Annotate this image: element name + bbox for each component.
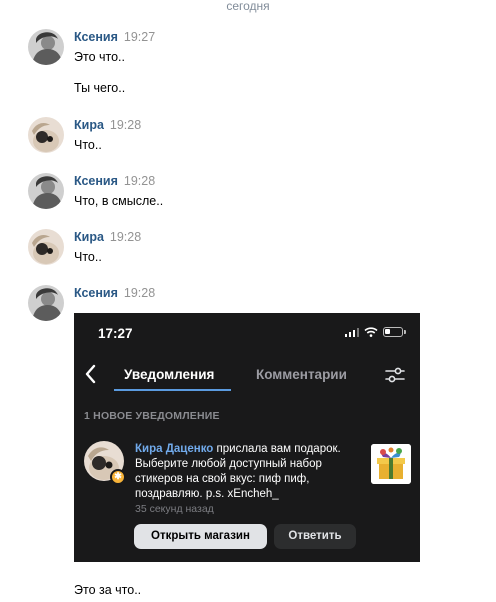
message-time[interactable]: 19:28 bbox=[124, 286, 155, 300]
status-bar-icons bbox=[344, 327, 406, 337]
wifi-icon bbox=[364, 327, 378, 337]
message-text: Что.. bbox=[74, 138, 102, 152]
avatar[interactable] bbox=[28, 229, 64, 265]
avatar[interactable] bbox=[28, 173, 64, 209]
battery-tip bbox=[404, 330, 406, 334]
message-time[interactable]: 19:28 bbox=[124, 174, 155, 188]
message-time[interactable]: 19:27 bbox=[124, 30, 155, 44]
gift-badge-icon: ✱ bbox=[110, 469, 126, 485]
status-bar-time: 17:27 bbox=[98, 326, 133, 341]
signal-icon bbox=[344, 327, 359, 337]
message-header: Кира 19:28 bbox=[74, 229, 141, 245]
battery-icon bbox=[383, 327, 403, 337]
message-text: Это за что.. bbox=[74, 583, 142, 597]
author-name[interactable]: Ксения bbox=[74, 286, 118, 300]
avatar[interactable] bbox=[28, 285, 64, 321]
notification-time: 35 секунд назад bbox=[135, 503, 214, 515]
message-text: Что.. bbox=[74, 250, 102, 264]
notification-text[interactable]: Кира Даценко прислала вам подарок. Выбер… bbox=[135, 442, 365, 502]
message-header: Кира 19:28 bbox=[74, 117, 141, 133]
message-text: Это что.. bbox=[74, 50, 125, 64]
filter-settings-icon[interactable] bbox=[384, 366, 406, 384]
gift-thumbnail[interactable] bbox=[371, 444, 411, 484]
message-time[interactable]: 19:28 bbox=[110, 230, 141, 244]
avatar[interactable] bbox=[28, 117, 64, 153]
reply-button[interactable]: Ответить bbox=[274, 524, 356, 549]
tab-notifications[interactable]: Уведомления bbox=[124, 367, 214, 382]
tab-comments[interactable]: Комментарии bbox=[256, 367, 347, 382]
author-name[interactable]: Кира bbox=[74, 230, 104, 244]
message-header: Ксения 19:28 bbox=[74, 173, 155, 189]
author-name[interactable]: Кира bbox=[74, 118, 104, 132]
notification-sender[interactable]: Кира Даценко bbox=[135, 443, 213, 455]
message-header: Ксения 19:27 bbox=[74, 29, 155, 45]
avatar[interactable] bbox=[28, 29, 64, 65]
back-chevron-icon[interactable] bbox=[83, 363, 99, 385]
message-header: Ксения 19:28 bbox=[74, 285, 155, 301]
message-time[interactable]: 19:28 bbox=[110, 118, 141, 132]
open-shop-button[interactable]: Открыть магазин bbox=[134, 524, 267, 549]
section-title: 1 НОВОЕ УВЕДОМЛЕНИЕ bbox=[84, 410, 220, 422]
message-text: Ты чего.. bbox=[74, 81, 126, 95]
author-name[interactable]: Ксения bbox=[74, 30, 118, 44]
attached-screenshot[interactable]: 17:27 Уведомления Комментарии 1 НОВОЕ УВ… bbox=[74, 313, 420, 562]
message-text: Что, в смысле.. bbox=[74, 194, 164, 208]
tab-underline bbox=[114, 389, 231, 391]
author-name[interactable]: Ксения bbox=[74, 174, 118, 188]
date-separator: сегодня bbox=[226, 0, 270, 13]
